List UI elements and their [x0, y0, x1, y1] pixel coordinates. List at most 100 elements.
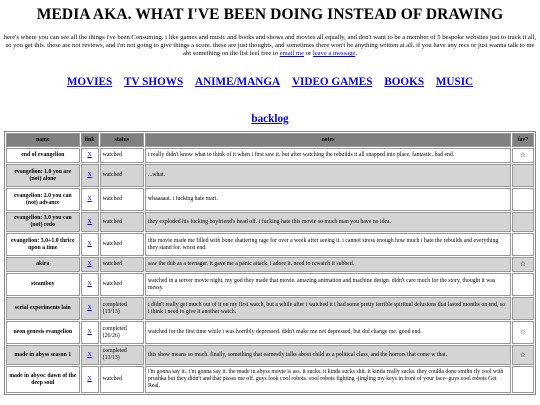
- row-fav-star: [511, 297, 534, 320]
- row-notes: they exploded his fucking boyfriend's he…: [145, 212, 511, 232]
- row-notes: i didn't really get much out of it on my…: [145, 297, 511, 320]
- nav-video-games[interactable]: VIDEO GAMES: [292, 76, 373, 88]
- row-link[interactable]: X: [88, 241, 92, 247]
- row-link[interactable]: X: [88, 281, 92, 287]
- row-link-cell: X: [80, 212, 99, 232]
- nav-books[interactable]: BOOKS: [384, 76, 424, 88]
- row-link-cell: X: [80, 345, 99, 365]
- row-link-cell: X: [80, 188, 99, 211]
- row-name: akira: [6, 257, 80, 272]
- intro-text: here's where you can see all the things …: [3, 34, 537, 58]
- row-fav-star: [511, 273, 534, 296]
- row-link[interactable]: X: [88, 352, 92, 358]
- intro-paragraph: here's where you can see all the things …: [1, 34, 539, 59]
- intro-period: .: [355, 50, 357, 58]
- row-link-cell: X: [80, 233, 99, 256]
- row-link[interactable]: X: [88, 172, 92, 178]
- row-link[interactable]: X: [88, 196, 92, 202]
- nav-tv-shows[interactable]: TV SHOWS: [124, 76, 183, 88]
- row-status: watched: [99, 164, 144, 187]
- row-name: serial experiments lain: [6, 297, 80, 320]
- table-row: made in abyss: dawn of the deep soul Xwat…: [6, 366, 534, 393]
- backlog-heading: backlog: [0, 113, 540, 127]
- table-row: made in abyss season 1 Xcompleted (13/13)…: [6, 345, 534, 365]
- table-body: end of evangelion Xwatched i really didn't…: [6, 148, 534, 393]
- row-notes: this movie made me filled with bone shat…: [145, 233, 511, 256]
- row-link[interactable]: X: [88, 329, 92, 335]
- row-notes: this show means so much. finally, someth…: [145, 345, 511, 365]
- row-status: completed (26/26): [99, 321, 144, 344]
- row-link[interactable]: X: [88, 376, 92, 382]
- row-status: watched: [99, 188, 144, 211]
- nav-anime-manga[interactable]: ANIME/MANGA: [195, 76, 280, 88]
- email-link[interactable]: email me: [280, 50, 304, 57]
- row-name: end of evangelion: [6, 148, 80, 163]
- row-status: watched: [99, 273, 144, 296]
- row-name: evangelion: 3.0 you can (not) redo: [6, 212, 80, 232]
- media-table: name link status notes fav? end of evang…: [4, 131, 536, 395]
- header-name: name: [6, 133, 80, 147]
- row-name: evangelion: 1.0 you are (not) alone: [6, 164, 80, 187]
- row-link-cell: X: [80, 297, 99, 320]
- table-row: akira Xwatched saw the dub as a teenager. …: [6, 257, 534, 272]
- row-status: completed (13/13): [99, 345, 144, 365]
- row-fav-star: ☆: [511, 148, 534, 163]
- header-status: status: [99, 133, 144, 147]
- category-nav: MOVIES TV SHOWS ANIME/MANGA VIDEO GAMES …: [0, 76, 540, 90]
- row-name: made in abyss season 1: [6, 345, 80, 365]
- row-link-cell: X: [80, 321, 99, 344]
- row-fav-star: ☆: [511, 345, 534, 365]
- nav-movies[interactable]: MOVIES: [67, 76, 112, 88]
- row-notes: watched in a server movie night. my god …: [145, 273, 511, 296]
- row-link-cell: X: [80, 148, 99, 163]
- table-row: evangelion: 1.0 you are (not) alone Xwatc…: [6, 164, 534, 187]
- table-row: evangelion: 3.0 you can (not) redo Xwatch…: [6, 212, 534, 232]
- row-link-cell: X: [80, 273, 99, 296]
- row-fav-star: ☆: [511, 321, 534, 344]
- row-status: watched: [99, 257, 144, 272]
- row-fav-star: [511, 164, 534, 187]
- table-row: end of evangelion Xwatched i really didn't…: [6, 148, 534, 163]
- row-status: watched: [99, 212, 144, 232]
- row-notes: i'm gonna say it.. i'm gonna say it. the…: [145, 366, 511, 393]
- table-row: serial experiments lain Xcompleted (13/13…: [6, 297, 534, 320]
- row-link[interactable]: X: [88, 219, 92, 225]
- header-fav: fav?: [511, 133, 534, 147]
- table-row: neon genesis evangelion Xcompleted (26/26…: [6, 321, 534, 344]
- page-title: MEDIA AKA. WHAT I'VE BEEN DOING INSTEAD …: [36, 6, 504, 23]
- row-name: made in abyss: dawn of the deep soul: [6, 366, 80, 393]
- row-notes: whaaaaat. i fucking hate mari.: [145, 188, 511, 211]
- or-text: or: [305, 50, 312, 58]
- row-fav-star: [511, 366, 534, 393]
- row-status: watched: [99, 233, 144, 256]
- row-status: completed (13/13): [99, 297, 144, 320]
- row-notes: i really didn't know what to think of it…: [145, 148, 511, 163]
- row-link[interactable]: X: [88, 261, 92, 267]
- row-name: evangelion: 3.0+1.0 thrice upon a time: [6, 233, 80, 256]
- row-fav-star: [511, 212, 534, 232]
- row-notes: watched for the first time while i was h…: [145, 321, 511, 344]
- row-status: watched: [99, 366, 144, 393]
- header-notes: notes: [145, 133, 511, 147]
- table-row: evangelion: 3.0+1.0 thrice upon a time Xw…: [6, 233, 534, 256]
- table-row: steamboy Xwatched watched in a server movi…: [6, 273, 534, 296]
- nav-music[interactable]: MUSIC: [436, 76, 473, 88]
- row-status: watched: [99, 148, 144, 163]
- row-name: neon genesis evangelion: [6, 321, 80, 344]
- row-name: evangelion: 2.0 you can (not) advance: [6, 188, 80, 211]
- row-notes: ...what.: [145, 164, 511, 187]
- row-link-cell: X: [80, 366, 99, 393]
- row-link-cell: X: [80, 257, 99, 272]
- row-fav-star: [511, 188, 534, 211]
- row-link-cell: X: [80, 164, 99, 187]
- row-link[interactable]: X: [88, 152, 92, 158]
- row-link[interactable]: X: [88, 305, 92, 311]
- leave-message-link[interactable]: leave a message: [313, 50, 355, 57]
- backlog-link[interactable]: backlog: [251, 113, 288, 125]
- table-row: evangelion: 2.0 you can (not) advance Xwa…: [6, 188, 534, 211]
- row-name: steamboy: [6, 273, 80, 296]
- row-fav-star: [511, 233, 534, 256]
- row-fav-star: ☆: [511, 257, 534, 272]
- header-link: link: [80, 133, 99, 147]
- row-notes: saw the dub as a teenager. it gave me a …: [145, 257, 511, 272]
